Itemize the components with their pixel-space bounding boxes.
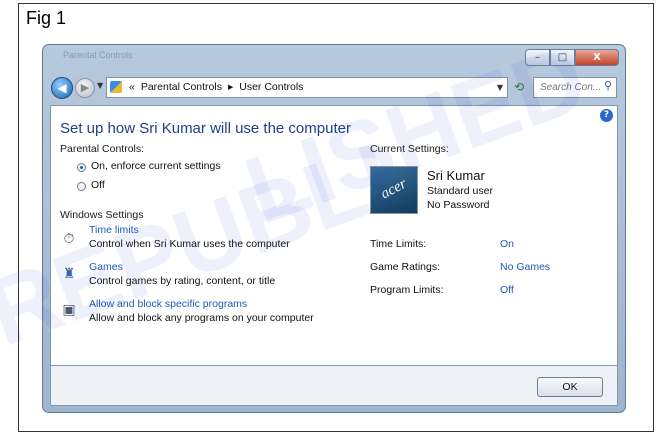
- programs-icon: ▣: [62, 302, 76, 318]
- parental-controls-window: Parental Controls – □ X ◀ ▶ ▼ « Parental…: [42, 44, 626, 413]
- games-link[interactable]: Games: [89, 261, 123, 273]
- address-dropdown-icon[interactable]: ▼: [497, 83, 503, 92]
- current-settings-label: Current Settings:: [370, 143, 449, 155]
- user-password-status: No Password: [427, 199, 490, 211]
- user-type: Standard user: [427, 185, 493, 197]
- recent-pages-dropdown-icon[interactable]: ▼: [97, 81, 103, 90]
- back-arrow-icon[interactable]: ◀: [51, 77, 73, 99]
- ok-button[interactable]: OK: [537, 377, 603, 397]
- program-limits-status-value: Off: [500, 284, 514, 296]
- address-bar[interactable]: « Parental Controls ▸ User Controls ▼: [106, 77, 508, 98]
- parental-controls-label: Parental Controls:: [60, 143, 145, 155]
- dialog-footer: OK: [50, 366, 618, 406]
- figure-label: Fig 1: [26, 8, 67, 28]
- radio-off[interactable]: [77, 182, 86, 191]
- main-content: ? Set up how Sri Kumar will use the comp…: [50, 105, 618, 366]
- search-box[interactable]: Search Con... ⚲: [533, 77, 617, 98]
- search-icon[interactable]: ⚲: [604, 79, 612, 92]
- breadcrumb: « Parental Controls ▸ User Controls: [129, 78, 303, 97]
- breadcrumb-overflow[interactable]: «: [129, 78, 135, 97]
- page-title: Set up how Sri Kumar will use the comput…: [60, 120, 351, 137]
- maximize-button[interactable]: □: [550, 49, 575, 66]
- search-input[interactable]: Search Con...: [540, 78, 601, 97]
- acer-logo: acer: [378, 175, 410, 203]
- window-title: Parental Controls: [63, 50, 133, 60]
- control-panel-icon: [110, 81, 122, 93]
- allow-block-programs-link[interactable]: Allow and block specific programs: [89, 298, 247, 310]
- breadcrumb-separator-icon[interactable]: ▸: [228, 78, 233, 97]
- allow-block-programs-desc: Allow and block any programs on your com…: [89, 312, 314, 324]
- game-ratings-status-label: Game Ratings:: [370, 261, 441, 273]
- windows-settings-label: Windows Settings: [60, 209, 144, 221]
- refresh-icon[interactable]: ⟲: [510, 79, 528, 96]
- time-limits-status-label: Time Limits:: [370, 238, 427, 250]
- close-button[interactable]: X: [575, 49, 619, 66]
- radio-on[interactable]: [77, 163, 86, 172]
- avatar: acer: [370, 166, 418, 214]
- breadcrumb-user-controls[interactable]: User Controls: [239, 78, 303, 97]
- window-controls: – □ X: [525, 49, 619, 66]
- time-limits-status-value: On: [500, 238, 515, 250]
- games-trophy-icon: ♜: [62, 266, 76, 282]
- minimize-button[interactable]: –: [525, 49, 550, 66]
- time-limits-link[interactable]: Time limits: [89, 224, 139, 236]
- program-limits-status-label: Program Limits:: [370, 284, 444, 296]
- navigation-bar: ◀ ▶ ▼ « Parental Controls ▸ User Control…: [43, 73, 625, 103]
- user-name: Sri Kumar: [427, 168, 485, 183]
- games-desc: Control games by rating, content, or tit…: [89, 275, 276, 287]
- radio-off-label[interactable]: Off: [91, 179, 105, 191]
- forward-arrow-icon[interactable]: ▶: [75, 78, 95, 98]
- game-ratings-status-value: No Games: [500, 261, 551, 273]
- time-limits-desc: Control when Sri Kumar uses the computer: [89, 238, 290, 250]
- radio-on-label[interactable]: On, enforce current settings: [91, 160, 221, 172]
- clock-icon: ⏱: [63, 231, 75, 247]
- help-icon[interactable]: ?: [600, 109, 613, 122]
- breadcrumb-parental-controls[interactable]: Parental Controls: [141, 78, 222, 97]
- title-bar[interactable]: Parental Controls – □ X: [43, 45, 625, 73]
